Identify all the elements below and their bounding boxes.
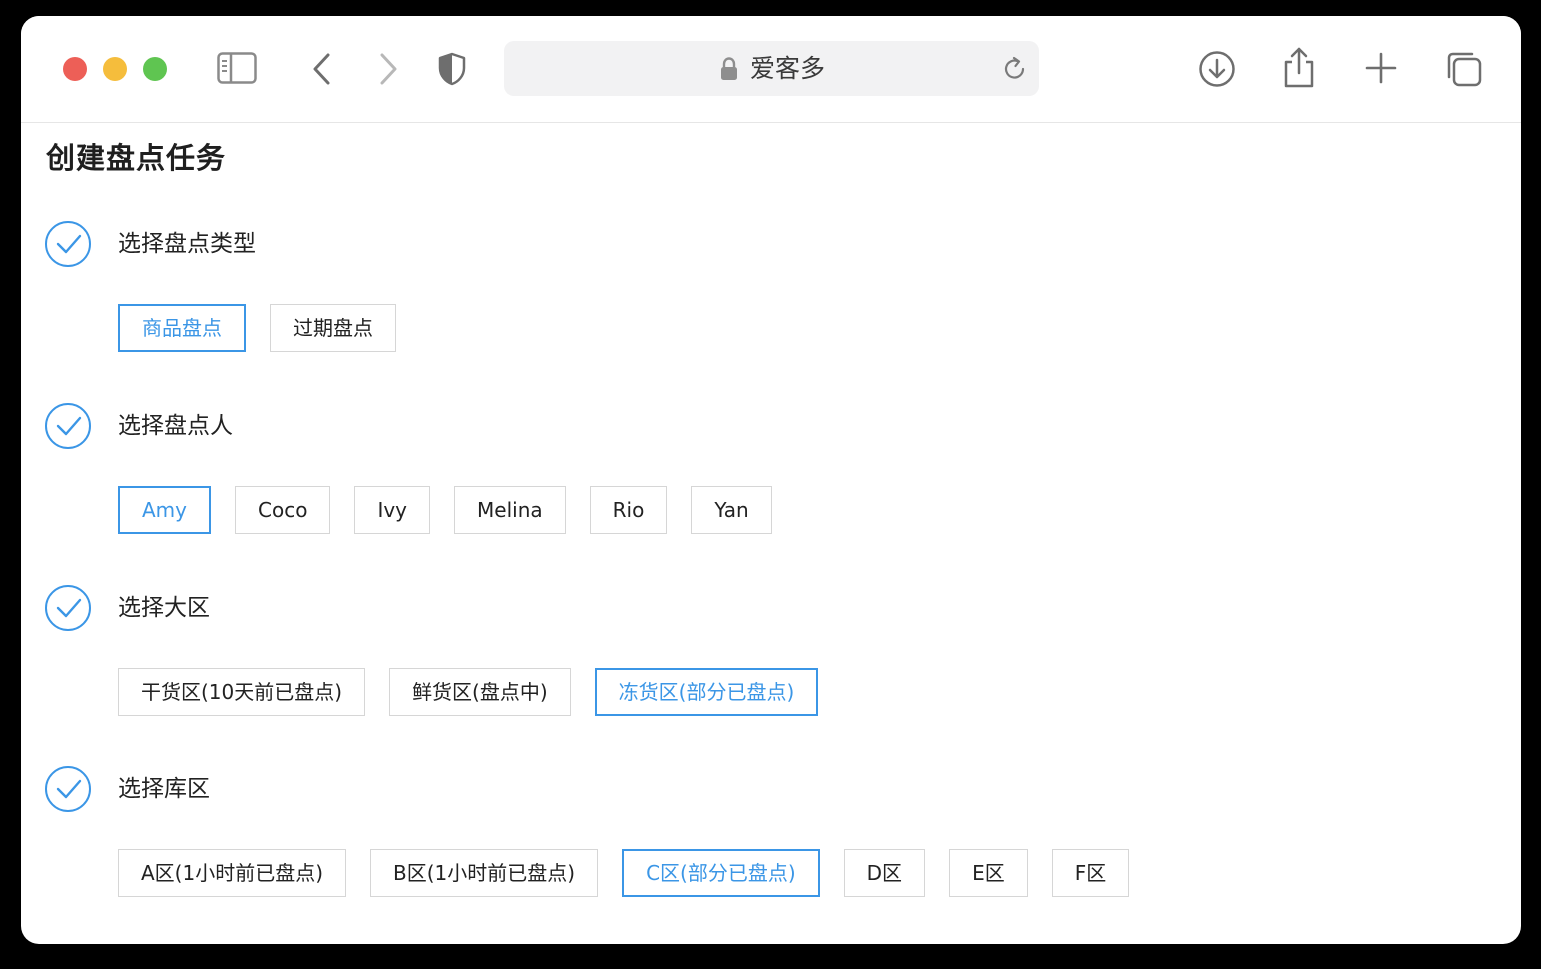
section-label: 选择盘点人 [118,413,233,439]
zoom-window-button[interactable] [143,57,167,81]
browser-window: 爱客多 创建盘点任务 选择盘点类型 商品盘点 过期盘点 选择盘点人 Amy Co… [21,16,1521,944]
page-content: 创建盘点任务 选择盘点类型 商品盘点 过期盘点 选择盘点人 Amy Coco I… [21,123,1521,944]
option-group: 干货区(10天前已盘点) 鲜货区(盘点中) 冻货区(部分已盘点) [118,668,842,716]
new-tab-icon[interactable] [1365,52,1397,84]
address-bar[interactable]: 爱客多 [504,41,1039,96]
section-region: 选择大区 干货区(10天前已盘点) 鲜货区(盘点中) 冻货区(部分已盘点) [21,585,1521,745]
option-chip[interactable]: B区(1小时前已盘点) [370,849,599,897]
option-group: A区(1小时前已盘点) B区(1小时前已盘点) C区(部分已盘点) D区 E区 … [118,849,1153,897]
section-counter: 选择盘点人 Amy Coco Ivy Melina Rio Yan [21,403,1521,563]
option-chip[interactable]: 干货区(10天前已盘点) [118,668,366,716]
option-chip[interactable]: Yan [691,486,772,534]
check-icon [45,766,91,812]
section-label: 选择盘点类型 [118,231,256,257]
option-chip[interactable]: 鲜货区(盘点中) [389,668,571,716]
section-inventory-type: 选择盘点类型 商品盘点 过期盘点 [21,221,1521,381]
option-chip[interactable]: C区(部分已盘点) [622,849,820,897]
option-chip[interactable]: 商品盘点 [118,304,246,352]
close-window-button[interactable] [63,57,87,81]
option-chip[interactable]: 冻货区(部分已盘点) [594,668,819,716]
option-chip[interactable]: F区 [1051,849,1130,897]
section-storage-area: 选择库区 A区(1小时前已盘点) B区(1小时前已盘点) C区(部分已盘点) D… [21,766,1521,926]
option-chip[interactable]: Rio [589,486,668,534]
address-text: 爱客多 [750,54,826,83]
sidebar-icon[interactable] [217,52,257,84]
back-icon[interactable] [311,52,333,86]
reload-icon[interactable] [1002,56,1028,86]
check-icon [45,585,91,631]
browser-toolbar: 爱客多 [21,16,1521,123]
option-chip[interactable]: Coco [235,486,331,534]
shield-icon[interactable] [437,52,467,86]
option-chip[interactable]: Amy [118,486,211,534]
option-group: Amy Coco Ivy Melina Rio Yan [118,486,796,534]
lock-icon [720,57,738,85]
download-icon[interactable] [1198,50,1236,88]
option-chip[interactable]: Ivy [354,486,431,534]
forward-icon[interactable] [377,52,399,86]
share-icon[interactable] [1281,46,1317,88]
option-chip[interactable]: D区 [843,849,926,897]
option-group: 商品盘点 过期盘点 [118,304,420,352]
check-icon [45,403,91,449]
option-chip[interactable]: 过期盘点 [270,304,396,352]
section-label: 选择库区 [118,776,210,802]
tab-overview-icon[interactable] [1445,50,1483,88]
check-icon [45,221,91,267]
option-chip[interactable]: A区(1小时前已盘点) [118,849,347,897]
minimize-window-button[interactable] [103,57,127,81]
option-chip[interactable]: E区 [949,849,1028,897]
option-chip[interactable]: Melina [454,486,566,534]
section-label: 选择大区 [118,595,210,621]
page-title: 创建盘点任务 [46,141,227,175]
